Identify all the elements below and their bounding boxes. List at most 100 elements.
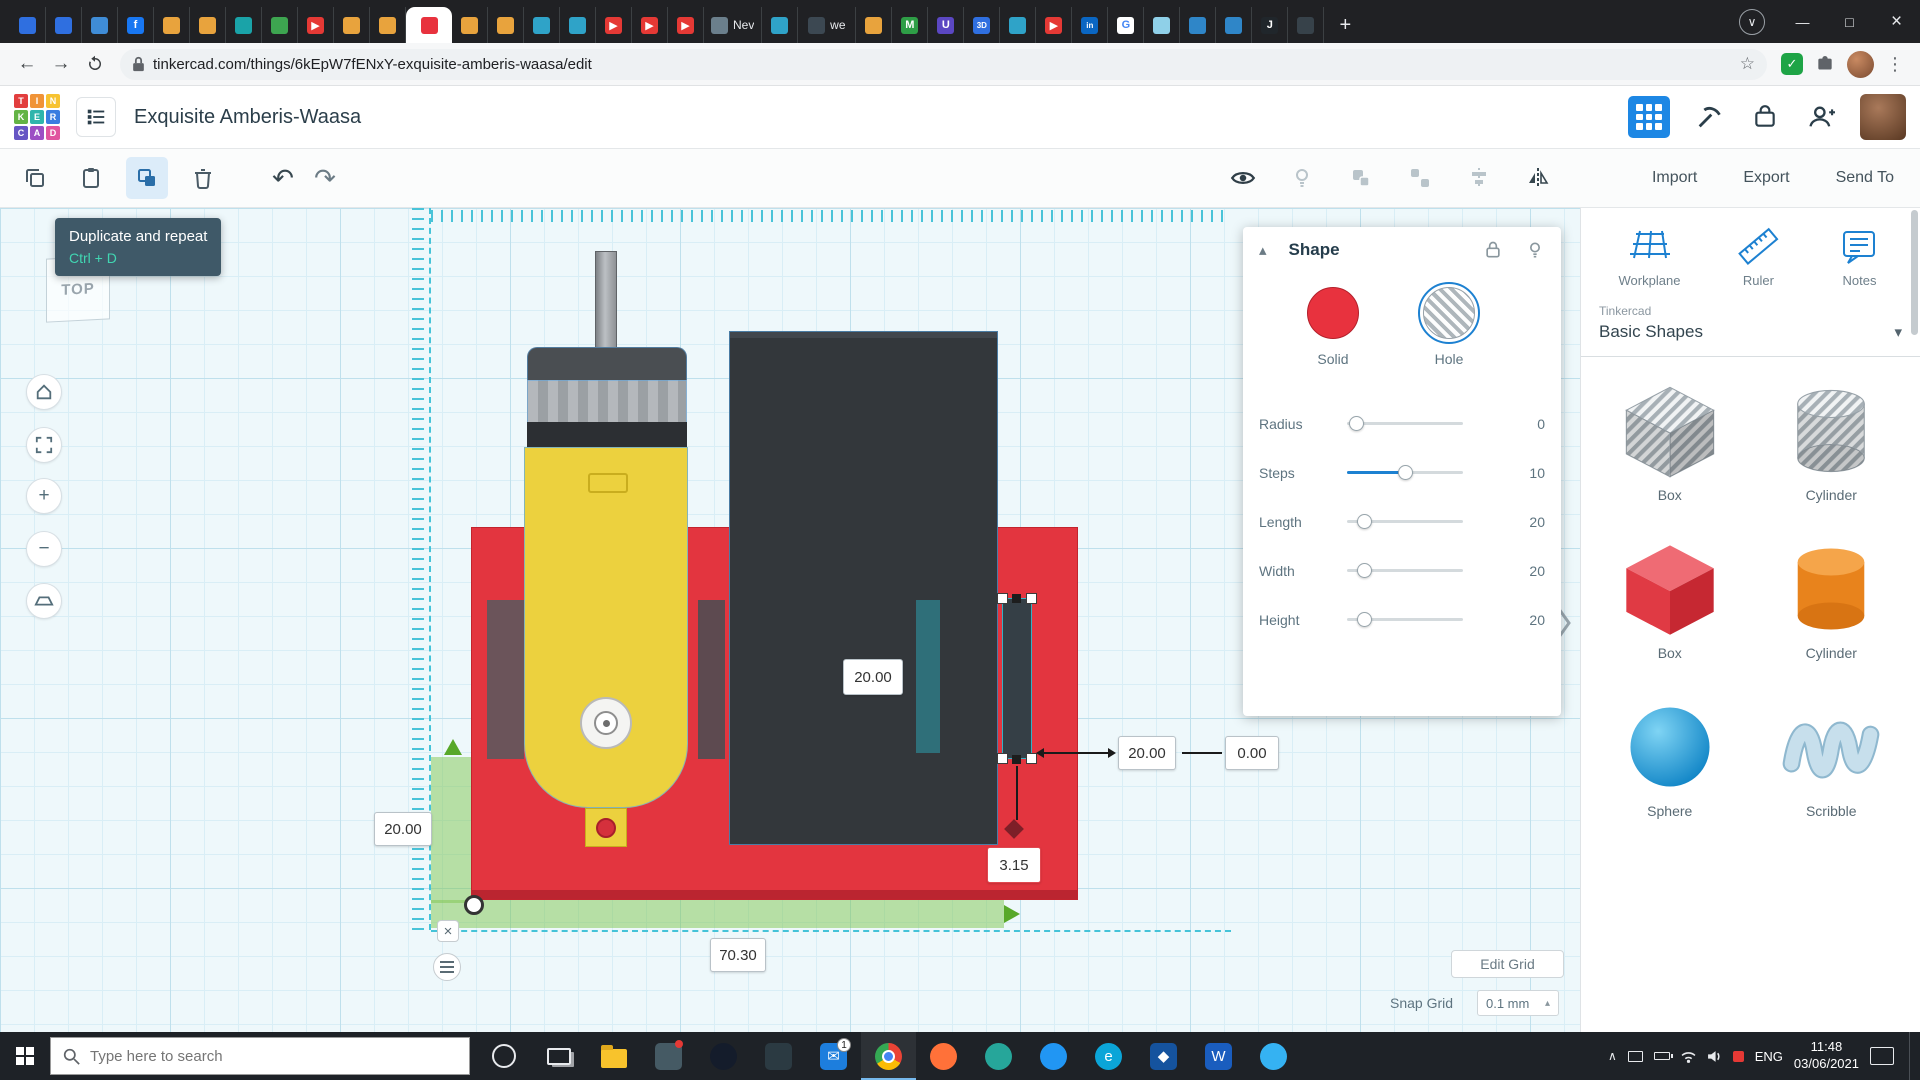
browser-tab-youtube3[interactable]: ▶ — [632, 7, 668, 43]
omnibox[interactable]: tinkercad.com/things/6kEpW7fENxY-exquisi… — [120, 48, 1767, 80]
browser-tab-amber4[interactable] — [370, 7, 406, 43]
send-to-button[interactable]: Send To — [1836, 169, 1894, 187]
width-knob[interactable] — [1357, 563, 1373, 578]
browser-tab-translate2[interactable] — [46, 7, 82, 43]
perspective-button[interactable] — [26, 583, 62, 619]
bookmark-star-icon[interactable]: ☆ — [1740, 54, 1755, 74]
import-button[interactable]: Import — [1652, 169, 1697, 187]
show-all-button[interactable] — [1222, 157, 1264, 199]
browser-tab-green[interactable] — [262, 7, 298, 43]
steps-knob[interactable] — [1398, 465, 1414, 480]
taskbar-app-cortana[interactable] — [476, 1032, 531, 1080]
motor-bottom-tab[interactable] — [585, 808, 627, 847]
taskbar-app-video-call[interactable] — [1026, 1032, 1081, 1080]
browser-profile-avatar[interactable] — [1847, 50, 1874, 78]
hole-slot-teal[interactable] — [916, 600, 940, 753]
steps-slider[interactable] — [1347, 465, 1463, 480]
back-button[interactable]: ← — [10, 47, 44, 81]
paste-button[interactable] — [70, 157, 112, 199]
browser-menu-icon[interactable]: ⋮ — [1886, 54, 1904, 75]
taskbar-app-dev-tool[interactable]: ◆ — [1136, 1032, 1191, 1080]
selected-hole-object[interactable] — [1002, 598, 1032, 759]
dashboard-grid-button[interactable] — [1628, 96, 1670, 138]
fit-view-button[interactable] — [26, 427, 62, 463]
browser-tab-translate[interactable] — [10, 7, 46, 43]
browser-tab-amber7[interactable] — [856, 7, 893, 43]
taskbar-app-word[interactable]: W — [1191, 1032, 1246, 1080]
width-value[interactable]: 20 — [1485, 563, 1545, 579]
ruler-tool[interactable]: Ruler — [1735, 226, 1781, 288]
ruler-close-button[interactable]: × — [437, 920, 459, 942]
dimension-label-right[interactable]: 20.00 — [1118, 736, 1176, 770]
tinkercad-logo[interactable]: TIN KER CAD — [14, 94, 60, 140]
taskbar-app-mail[interactable]: ✉ 1 — [806, 1032, 861, 1080]
browser-tab-lightblue[interactable] — [1144, 7, 1181, 43]
browser-tab-thing1[interactable] — [524, 7, 560, 43]
design-canvas[interactable]: 20.00 20.00 0.00 20.00 3.15 70.30 × TOP … — [0, 208, 1580, 1032]
selection-handle-bottom-mid[interactable] — [1012, 755, 1021, 764]
browser-tab-blue2[interactable] — [1216, 7, 1253, 43]
new-tab-button[interactable]: + — [1330, 10, 1360, 40]
browser-tab-youtube5[interactable]: ▶ — [1036, 7, 1073, 43]
taskbar-app-firefox[interactable] — [916, 1032, 971, 1080]
radius-slider[interactable] — [1347, 416, 1463, 431]
selection-handle-top-right[interactable] — [1026, 593, 1037, 604]
shape-item-box[interactable]: Box — [1611, 537, 1729, 661]
taskbar-app-game-bar[interactable] — [751, 1032, 806, 1080]
start-button[interactable] — [0, 1032, 50, 1080]
reload-button[interactable] — [78, 47, 112, 81]
tab-search-button[interactable]: ∨ — [1739, 8, 1765, 35]
design-title[interactable]: Exquisite Amberis-Waasa — [134, 106, 361, 129]
maximize-button[interactable]: □ — [1826, 0, 1873, 43]
height-knob[interactable] — [1357, 612, 1373, 627]
browser-tab-thing3[interactable] — [762, 7, 799, 43]
browser-tab-amber5[interactable] — [452, 7, 488, 43]
tools-pickaxe-button[interactable] — [1692, 100, 1726, 134]
selection-handle-bottom-left[interactable] — [997, 753, 1008, 764]
bag-button[interactable] — [1748, 100, 1782, 134]
taskbar-app-microsoft-store[interactable] — [641, 1032, 696, 1080]
height-slider[interactable] — [1347, 612, 1463, 627]
taskbar-app-browser[interactable] — [1246, 1032, 1301, 1080]
browser-tab-facebook[interactable]: f — [118, 7, 154, 43]
group-button[interactable] — [1340, 157, 1382, 199]
length-slider[interactable] — [1347, 514, 1463, 529]
browser-tab-ultimaker[interactable]: U — [928, 7, 965, 43]
battery-tray-icon[interactable] — [1653, 1052, 1673, 1060]
taskbar-app-steam[interactable] — [696, 1032, 751, 1080]
show-desktop-button[interactable] — [1909, 1032, 1914, 1080]
notes-tool[interactable]: Notes — [1836, 226, 1882, 288]
design-menu-button[interactable] — [76, 97, 116, 137]
motor-cap[interactable] — [527, 347, 687, 381]
scrollbar-thumb[interactable] — [1911, 210, 1918, 335]
browser-tab-blue1[interactable] — [1180, 7, 1217, 43]
black-box[interactable] — [729, 331, 998, 845]
url-text[interactable]: tinkercad.com/things/6kEpW7fENxY-exquisi… — [153, 56, 1732, 73]
browser-tab-amber6[interactable] — [488, 7, 524, 43]
radius-value[interactable]: 0 — [1485, 416, 1545, 432]
length-value[interactable]: 20 — [1485, 514, 1545, 530]
forward-button[interactable]: → — [44, 47, 78, 81]
browser-tab-wetransfer[interactable]: we — [798, 7, 857, 43]
browser-tab-thing2[interactable] — [560, 7, 596, 43]
motor-mount-circle[interactable] — [580, 697, 632, 749]
sidebar-scrollbar[interactable] — [1911, 210, 1918, 1028]
edit-grid-button[interactable]: Edit Grid — [1451, 950, 1564, 978]
width-slider[interactable] — [1347, 563, 1463, 578]
browser-tab-gmail[interactable]: M — [892, 7, 929, 43]
dimension-label-gap[interactable]: 3.15 — [987, 847, 1041, 883]
redo-button[interactable]: ↷ — [304, 163, 346, 194]
zoom-in-button[interactable]: + — [26, 478, 62, 514]
dimension-label-zero[interactable]: 0.00 — [1225, 736, 1279, 770]
shape-item-box-hole[interactable]: Box — [1611, 379, 1729, 503]
browser-tab-youtube4[interactable]: ▶ — [668, 7, 704, 43]
motor-cylinder[interactable] — [527, 380, 687, 423]
browser-tab-threed[interactable]: 3D — [964, 7, 1001, 43]
taskbar-app-task-view[interactable] — [531, 1032, 586, 1080]
search-input[interactable] — [90, 1047, 420, 1065]
dimension-label-width[interactable]: 20.00 — [843, 659, 903, 695]
motor-shaft[interactable] — [595, 251, 617, 348]
minimize-button[interactable]: — — [1779, 0, 1826, 43]
browser-tab-nev[interactable]: Nev — [704, 7, 763, 43]
shape-item-sphere[interactable]: Sphere — [1611, 695, 1729, 819]
